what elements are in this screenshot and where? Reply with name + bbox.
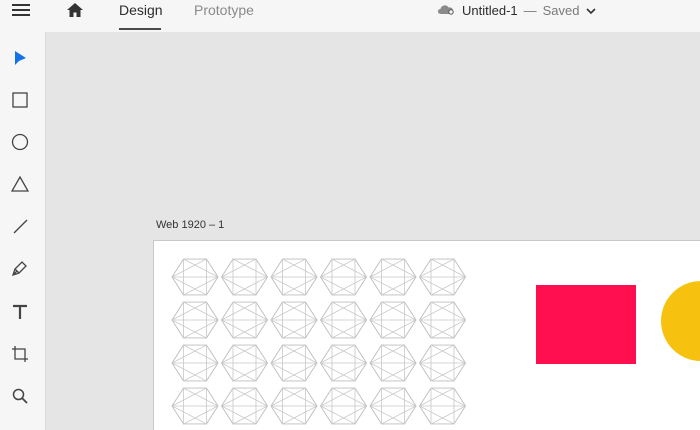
artboard-tool-icon[interactable] [8,342,32,366]
top-bar: Design Prototype Untitled-1 — Saved [0,0,700,32]
ellipse-tool-icon[interactable] [8,130,32,154]
red-rectangle-shape[interactable] [536,285,636,364]
hexagon-cell [369,301,417,339]
chevron-down-icon [585,3,596,18]
document-name: Untitled-1 [462,2,518,18]
yellow-circle-shape[interactable] [661,281,700,361]
hexagon-pattern[interactable] [170,255,470,425]
cloud-sync-icon [436,3,456,18]
hexagon-cell [319,344,368,382]
hexagon-cell [171,258,219,296]
hexagon-cell [171,387,219,425]
zoom-tool-icon[interactable] [8,384,32,408]
hexagon-cell [171,301,219,339]
tools-panel [0,32,46,430]
save-status: Saved [542,2,580,18]
hexagon-cell [369,344,417,382]
hexagon-cell [319,387,368,425]
title-separator: — [523,2,537,18]
artboard-label[interactable]: Web 1920 – 1 [156,219,224,231]
tab-prototype[interactable]: Prototype [194,0,254,30]
tab-design[interactable]: Design [119,0,163,30]
hexagon-cell [418,344,467,382]
hexagon-cell [270,387,318,425]
hexagon-cell [418,387,467,425]
hexagon-cell [369,258,417,296]
document-title-menu[interactable]: Untitled-1 — Saved [436,0,596,20]
pen-tool-icon[interactable] [8,256,32,280]
hexagon-cell [369,387,417,425]
text-tool-icon[interactable] [8,300,32,324]
hexagon-cell [270,344,318,382]
hexagon-cell [418,301,467,339]
hexagon-cell [418,258,467,296]
hexagon-cell [220,387,269,425]
hexagon-cell [220,301,269,339]
home-icon[interactable] [62,0,88,20]
triangle-tool-icon[interactable] [8,172,32,196]
hexagon-cell [270,301,318,339]
hexagon-cell [319,301,368,339]
hexagon-cell [270,258,318,296]
artboard[interactable] [153,240,700,430]
hexagon-cell [171,344,219,382]
hexagon-cell [319,258,368,296]
rectangle-tool-icon[interactable] [8,88,32,112]
hexagon-cell [220,258,269,296]
hamburger-menu-icon[interactable] [8,0,34,20]
active-tab-indicator [119,28,161,30]
select-tool-icon[interactable] [8,46,32,70]
line-tool-icon[interactable] [8,214,32,238]
hexagon-cell [220,344,269,382]
